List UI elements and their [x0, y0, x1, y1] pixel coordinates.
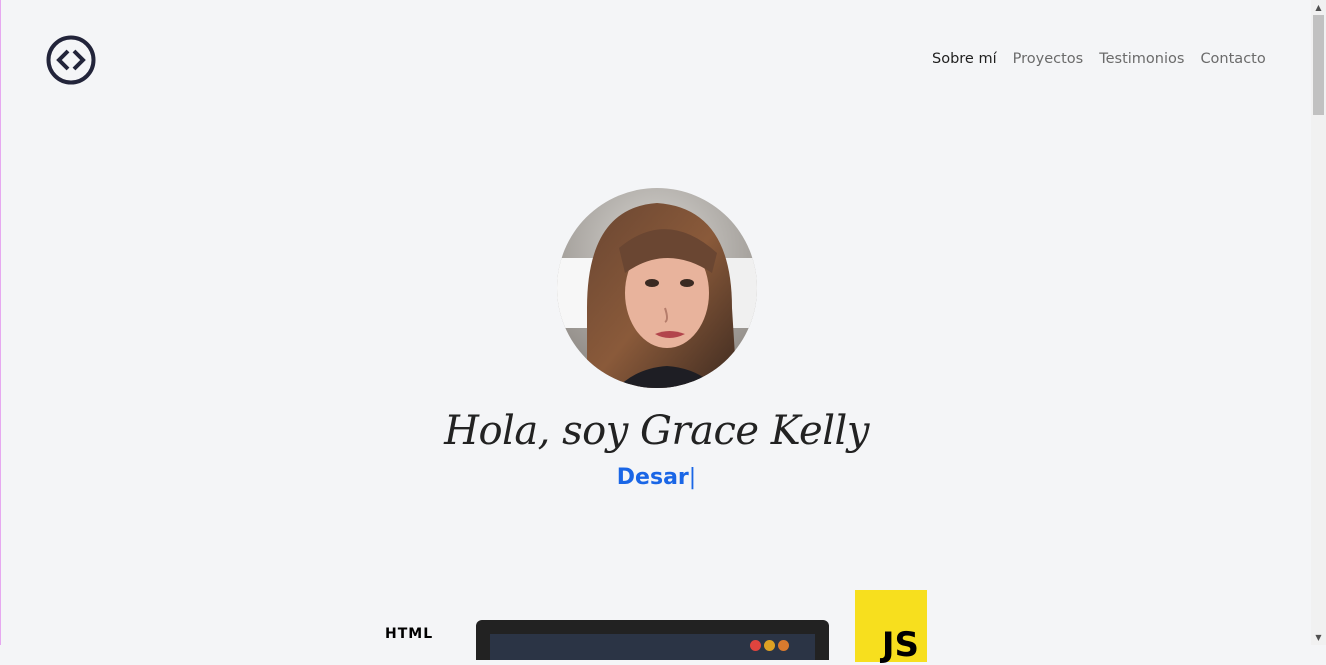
laptop-icon — [476, 620, 829, 660]
scrollbar[interactable]: ▲ ▼ — [1311, 0, 1326, 645]
nav-link-testimonios[interactable]: Testimonios — [1099, 49, 1184, 69]
profile-avatar — [557, 188, 757, 388]
scroll-up-arrow-icon[interactable]: ▲ — [1311, 0, 1326, 15]
nav-link-sobre-mi[interactable]: Sobre mí — [932, 49, 997, 69]
window-dot-orange-icon — [778, 640, 789, 651]
js-logo: JS — [855, 590, 927, 662]
window-dot-yellow-icon — [764, 640, 775, 651]
nav-link-contacto[interactable]: Contacto — [1200, 49, 1265, 69]
typing-caret: | — [688, 465, 697, 490]
typing-text: Desar — [616, 465, 689, 490]
scroll-thumb[interactable] — [1313, 15, 1324, 115]
window-dot-red-icon — [750, 640, 761, 651]
logo-code-icon[interactable] — [45, 34, 97, 86]
scroll-down-arrow-icon[interactable]: ▼ — [1311, 630, 1326, 645]
hero-greeting: Hola, soy Grace Kelly — [444, 408, 869, 454]
nav-link-proyectos[interactable]: Proyectos — [1013, 49, 1084, 69]
main-nav: Sobre mí Proyectos Testimonios Contacto — [932, 49, 1282, 69]
html-logo: HTML — [385, 626, 434, 642]
js-logo-text: JS — [881, 625, 919, 665]
typing-role-text: Desar| — [1, 465, 1312, 490]
